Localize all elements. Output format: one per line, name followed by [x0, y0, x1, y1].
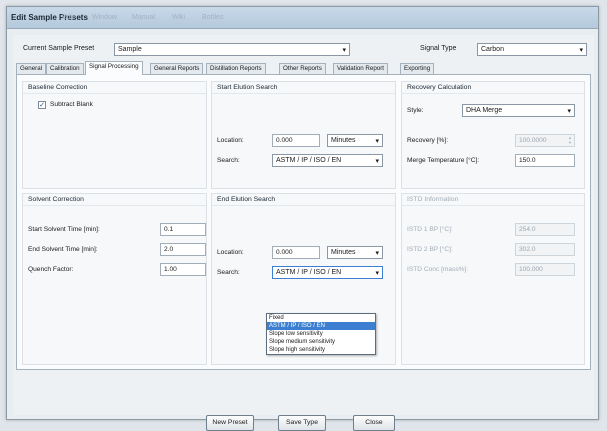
window-title: Edit Sample Presets — [11, 13, 88, 22]
dropdown-option-slope-medium[interactable]: Slope medium sensitivity — [267, 338, 375, 346]
group-divider — [212, 205, 395, 206]
start-search-value: ASTM / IP / ISO / EN — [276, 157, 342, 164]
start-unit-select[interactable]: Minutes ▾ — [327, 134, 383, 147]
edit-sample-presets-window: Edit Sample Presets Edit Window Manual W… — [6, 6, 599, 431]
end-search-label: Search: — [217, 269, 240, 276]
close-button[interactable]: Close — [353, 415, 395, 431]
save-type-button[interactable]: Save Type — [278, 415, 326, 431]
style-value: DHA Merge — [466, 107, 503, 114]
background-menu-item: Bottles — [202, 14, 224, 21]
group-divider — [23, 93, 206, 94]
dialog-client-area: Current Sample Preset Sample ▾ Signal Ty… — [13, 35, 594, 431]
istd-1-bp-label: ISTD 1 BP [°C]: — [407, 226, 453, 233]
style-label: Style: — [407, 107, 424, 114]
group-divider — [212, 93, 395, 94]
start-search-label: Search: — [217, 157, 240, 164]
istd-2-bp-label: ISTD 2 BP [°C]: — [407, 246, 453, 253]
new-preset-button[interactable]: New Preset — [206, 415, 254, 431]
signal-type-label: Signal Type — [420, 45, 457, 52]
dropdown-option-slope-low[interactable]: Slope low sensitivity — [267, 330, 375, 338]
tab-validation-report[interactable]: Validation Report — [333, 63, 389, 74]
subtract-blank-label: Subtract Blank — [50, 101, 93, 108]
chevron-down-icon: ▾ — [375, 138, 379, 145]
group-title: Recovery Calculation — [407, 84, 472, 91]
tab-exporting[interactable]: Exporting — [400, 63, 435, 74]
current-preset-label: Current Sample Preset — [23, 45, 95, 52]
tab-distillation-reports[interactable]: Distillation Reports — [206, 63, 266, 74]
background-menu-item: Wiki — [172, 14, 186, 21]
istd-2-bp-input: 302.0 — [515, 243, 575, 256]
solvent-correction-group: Solvent Correction Start Solvent Time [m… — [22, 193, 207, 365]
current-preset-value: Sample — [118, 46, 142, 53]
end-search-select[interactable]: ASTM / IP / ISO / EN ▾ — [272, 266, 383, 279]
dropdown-option-fixed[interactable]: Fixed — [267, 314, 375, 322]
start-elution-group: Start Elution Search Location: 0.000 Min… — [211, 81, 396, 189]
subtract-blank-checkbox[interactable]: ✓ — [38, 101, 46, 109]
chevron-down-icon: ▾ — [342, 47, 346, 54]
style-select[interactable]: DHA Merge ▾ — [462, 104, 575, 117]
group-title: Start Elution Search — [217, 84, 278, 91]
quench-factor-input[interactable]: 1.00 — [160, 263, 206, 276]
group-divider — [402, 93, 584, 94]
title-bar[interactable]: Edit Sample Presets Edit Window Manual W… — [7, 7, 598, 29]
signal-type-select[interactable]: Carbon ▾ — [477, 43, 587, 56]
group-divider — [402, 205, 584, 206]
background-menu-item: Edit — [62, 14, 75, 21]
dropdown-option-astm[interactable]: ASTM / IP / ISO / EN — [267, 322, 375, 330]
group-title: ISTD Information — [407, 196, 459, 203]
chevron-down-icon: ▾ — [375, 270, 379, 277]
dropdown-option-slope-high[interactable]: Slope high sensitivity — [267, 346, 375, 354]
tab-signal-processing[interactable]: Signal Processing — [85, 61, 143, 75]
group-divider — [23, 205, 206, 206]
baseline-correction-group: Baseline Correction ✓ Subtract Blank — [22, 81, 207, 189]
end-solvent-time-input[interactable]: 2.0 — [160, 243, 206, 256]
tab-general-reports[interactable]: General Reports — [150, 63, 204, 74]
end-location-input[interactable]: 0.000 — [272, 246, 320, 259]
tab-general[interactable]: General — [16, 63, 47, 74]
group-title: Baseline Correction — [28, 84, 88, 91]
end-unit-select[interactable]: Minutes ▾ — [327, 246, 383, 259]
recovery-calculation-group: Recovery Calculation Style: DHA Merge ▾ … — [401, 81, 585, 189]
spinner-arrows-icon: ▲ ▼ — [568, 135, 572, 145]
group-title: End Elution Search — [217, 196, 276, 203]
chevron-down-icon: ▾ — [579, 47, 583, 54]
start-search-select[interactable]: ASTM / IP / ISO / EN ▾ — [272, 154, 383, 167]
start-location-label: Location: — [217, 137, 244, 144]
istd-conc-input: 100.000 — [515, 263, 575, 276]
tab-other-reports[interactable]: Other Reports — [279, 63, 326, 74]
tab-strip: General Calibration Signal Processing Ge… — [16, 61, 591, 75]
chevron-down-icon: ▾ — [375, 158, 379, 165]
istd-conc-label: ISTD Conc [mass%]: — [407, 266, 469, 273]
recovery-input: 100.0000 ▲ ▼ — [515, 134, 575, 147]
current-preset-select[interactable]: Sample ▾ — [114, 43, 350, 56]
chevron-down-icon: ▾ — [375, 250, 379, 257]
merge-temperature-input[interactable]: 150.0 — [515, 154, 575, 167]
recovery-value: 100.0000 — [519, 137, 547, 144]
start-solvent-time-input[interactable]: 0.1 — [160, 223, 206, 236]
signal-type-value: Carbon — [481, 46, 504, 53]
background-menu-item: Manual — [132, 14, 155, 21]
recovery-label: Recovery [%]: — [407, 137, 449, 144]
group-title: Solvent Correction — [28, 196, 84, 203]
start-solvent-time-label: Start Solvent Time [min]: — [28, 226, 100, 233]
end-search-value: ASTM / IP / ISO / EN — [276, 269, 342, 276]
end-solvent-time-label: End Solvent Time [min]: — [28, 246, 98, 253]
merge-temperature-label: Merge Temperature [°C]: — [407, 157, 480, 164]
end-search-dropdown-list: Fixed ASTM / IP / ISO / EN Slope low sen… — [266, 313, 376, 355]
start-location-input[interactable]: 0.000 — [272, 134, 320, 147]
background-menu-item: Window — [92, 14, 117, 21]
end-unit-value: Minutes — [331, 249, 356, 256]
start-unit-value: Minutes — [331, 137, 356, 144]
end-location-label: Location: — [217, 249, 244, 256]
quench-factor-label: Quench Factor: — [28, 266, 74, 273]
tab-calibration[interactable]: Calibration — [46, 63, 84, 74]
istd-information-group: ISTD Information ISTD 1 BP [°C]: 254.0 I… — [401, 193, 585, 365]
chevron-down-icon: ▾ — [567, 108, 571, 115]
istd-1-bp-input: 254.0 — [515, 223, 575, 236]
